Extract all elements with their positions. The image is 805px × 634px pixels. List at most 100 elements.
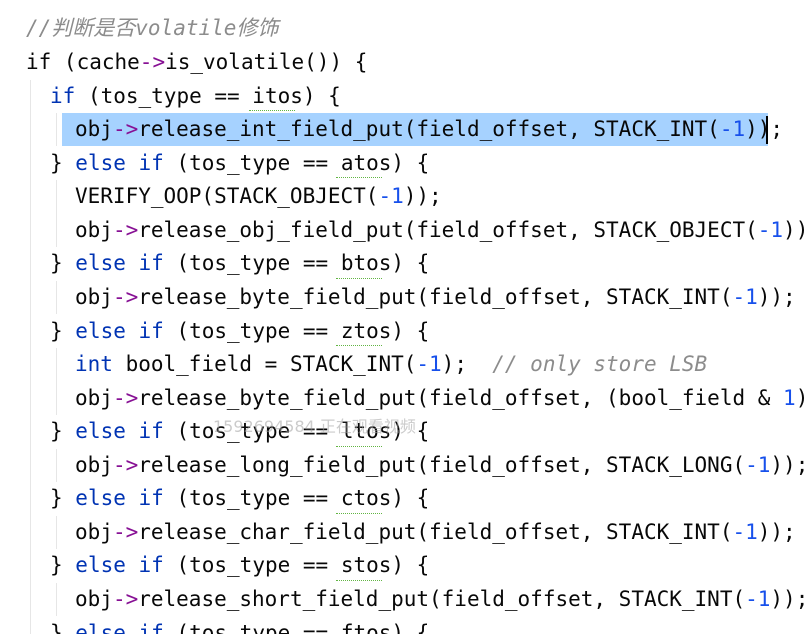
code-token: obj <box>75 453 113 477</box>
code-token: ); <box>441 352 493 376</box>
spell-squiggle <box>336 276 382 279</box>
code-token: )); <box>757 285 796 309</box>
code-token: else if <box>75 486 164 510</box>
code-token: -1 <box>757 218 784 242</box>
code-line[interactable]: obj->release_byte_field_put(field_offset… <box>75 382 805 415</box>
indent-guide <box>56 281 57 314</box>
code-token: release_obj_field_put(field_offset, STAC… <box>138 218 758 242</box>
code-token: )); <box>757 520 796 544</box>
code-token: -1 <box>416 352 442 376</box>
code-token: if (cache <box>26 50 140 74</box>
code-token: release_char_field_put(field_offset, STA… <box>138 520 733 544</box>
code-token: release_int_field_put(field_offset, STAC… <box>138 117 720 141</box>
code-token: release_short_field_put(field_offset, ST… <box>138 587 746 611</box>
code-token: )); <box>745 117 784 141</box>
code-line[interactable]: } else if (tos_type == ltos) { <box>50 415 805 448</box>
code-token: )); <box>770 453 805 477</box>
code-token: else if <box>75 151 164 175</box>
code-token: int <box>75 352 113 376</box>
code-line[interactable]: obj->release_short_field_put(field_offse… <box>75 583 805 616</box>
code-token: (tos_type == itos) { <box>75 84 341 108</box>
code-token: -1 <box>719 117 746 141</box>
code-token: else if <box>75 621 164 634</box>
code-token: else if <box>75 419 164 443</box>
code-token: )) <box>796 386 805 410</box>
indent-guide <box>56 348 57 415</box>
code-line[interactable]: obj->release_long_field_put(field_offset… <box>75 449 805 482</box>
code-token: -1 <box>745 453 771 477</box>
code-token: -> <box>139 50 166 74</box>
code-token: obj <box>75 520 113 544</box>
code-line[interactable]: } else if (tos_type == ftos) { <box>50 617 805 634</box>
indent-guide <box>56 113 57 146</box>
code-line[interactable]: obj->release_int_field_put(field_offset,… <box>75 113 805 146</box>
code-token: obj <box>75 218 113 242</box>
spell-squiggle <box>336 175 382 178</box>
code-token: 1 <box>783 386 796 410</box>
code-token: (tos_type == ztos) { <box>163 319 430 343</box>
code-token: obj <box>75 386 113 410</box>
code-token: -1 <box>732 520 758 544</box>
indent-guide <box>56 516 57 549</box>
code-token: } <box>50 151 76 175</box>
code-token: else if <box>75 251 164 275</box>
code-line[interactable]: } else if (tos_type == atos) { <box>50 147 805 180</box>
code-token: } <box>50 621 76 634</box>
code-line[interactable]: } else if (tos_type == stos) { <box>50 549 805 582</box>
code-token: obj <box>75 587 113 611</box>
indent-guide <box>30 80 31 634</box>
code-token: obj <box>75 285 113 309</box>
code-token: VERIFY_OOP(STACK_OBJECT( <box>75 184 379 208</box>
code-token: release_byte_field_put(field_offset, (bo… <box>138 386 784 410</box>
code-token: // only store LSB <box>492 352 708 376</box>
code-token: -1 <box>732 285 758 309</box>
code-line[interactable]: } else if (tos_type == ctos) { <box>50 482 805 515</box>
code-line[interactable]: } else if (tos_type == ztos) { <box>50 315 805 348</box>
code-token: -> <box>112 587 139 611</box>
code-token: -> <box>112 218 139 242</box>
code-line[interactable]: int bool_field = STACK_INT(-1); // only … <box>75 348 805 381</box>
code-token: (tos_type == atos) { <box>163 151 430 175</box>
code-token: -> <box>112 285 139 309</box>
code-line[interactable]: obj->release_char_field_put(field_offset… <box>75 516 805 549</box>
code-line[interactable]: obj->release_obj_field_put(field_offset,… <box>75 214 805 247</box>
code-token: -> <box>112 386 139 410</box>
code-token: else if <box>75 553 164 577</box>
spell-squiggle <box>336 444 382 447</box>
code-token: } <box>50 319 76 343</box>
code-token: (tos_type == ctos) { <box>163 486 430 510</box>
spell-squiggle <box>336 511 382 514</box>
code-token: obj <box>75 117 113 141</box>
code-token: bool_field = STACK_INT( <box>112 352 417 376</box>
code-line[interactable]: obj->release_byte_field_put(field_offset… <box>75 281 805 314</box>
code-token: (tos_type == stos) { <box>163 553 430 577</box>
code-token: else if <box>75 319 164 343</box>
code-token: } <box>50 553 76 577</box>
code-comment-line[interactable]: //判断是否volatile修饰 <box>26 12 805 45</box>
code-token: )); <box>403 184 442 208</box>
code-token: -> <box>112 520 139 544</box>
code-token: (tos_type == btos) { <box>163 251 430 275</box>
indent-guide <box>56 583 57 616</box>
code-token: )); <box>770 587 805 611</box>
code-token: release_long_field_put(field_offset, STA… <box>138 453 746 477</box>
code-token: } <box>50 419 76 443</box>
indent-guide <box>56 180 57 247</box>
code-token: release_byte_field_put(field_offset, STA… <box>138 285 733 309</box>
code-line[interactable]: } else if (tos_type == btos) { <box>50 247 805 280</box>
spell-squiggle <box>249 108 295 111</box>
text-caret <box>766 116 768 144</box>
code-token: -> <box>112 117 139 141</box>
code-line[interactable]: if (tos_type == itos) { <box>50 80 805 113</box>
code-token: } <box>50 486 76 510</box>
spell-squiggle <box>336 343 382 346</box>
code-line[interactable]: if (cache->is_volatile()) { <box>26 46 805 79</box>
code-token: -> <box>112 453 139 477</box>
code-line[interactable]: VERIFY_OOP(STACK_OBJECT(-1)); <box>75 180 805 213</box>
code-token: (tos_type == ftos) { <box>163 621 430 634</box>
spell-squiggle <box>336 578 382 581</box>
code-token: )); <box>783 218 805 242</box>
code-editor[interactable]: //判断是否volatile修饰 if (cache->is_volatile(… <box>0 0 805 634</box>
code-token: if <box>50 84 76 108</box>
code-token: -1 <box>745 587 771 611</box>
